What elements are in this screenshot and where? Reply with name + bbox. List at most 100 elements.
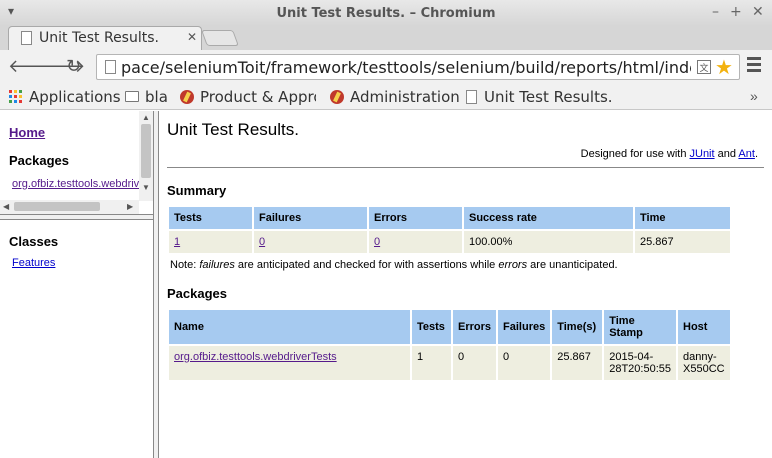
tests-count-link[interactable]: 1 xyxy=(174,236,180,248)
summary-col-time: Time xyxy=(635,207,730,229)
vertical-scrollbar[interactable]: ▲ ▼ xyxy=(139,111,153,201)
folder-icon xyxy=(125,91,139,102)
table-header-row: Tests Failures Errors Success rate Time xyxy=(169,207,730,229)
apps-grid-dot xyxy=(9,100,12,103)
note-suffix: are unanticipated. xyxy=(527,259,618,271)
apps-grid-dot xyxy=(14,90,17,93)
package-name-link[interactable]: org.ofbiz.testtools.webdriverTests xyxy=(174,351,337,363)
tab-title: Unit Test Results. xyxy=(39,30,159,46)
table-header-row: Name Tests Errors Failures Time(s) Time … xyxy=(169,310,730,344)
packages-section-heading: Packages xyxy=(167,286,227,301)
maximize-icon[interactable]: + xyxy=(730,4,742,20)
summary-errors-cell: 0 xyxy=(369,231,462,253)
pkg-host: danny- X550CC xyxy=(678,346,730,380)
chrome-menu-icon[interactable] xyxy=(747,57,761,75)
scroll-right-icon[interactable]: ▶ xyxy=(127,202,133,211)
apps-grid-dot xyxy=(9,90,12,93)
pkg-name-cell: org.ofbiz.testtools.webdriverTests xyxy=(169,346,410,380)
period-text: . xyxy=(754,148,758,160)
designed-prefix: Designed for use with xyxy=(580,148,690,160)
home-link[interactable]: Home xyxy=(9,125,45,140)
assertions-note: Note: failures are anticipated and check… xyxy=(170,259,618,271)
page-icon xyxy=(466,90,477,104)
minimize-icon[interactable]: – xyxy=(712,4,719,20)
classes-heading: Classes xyxy=(9,234,59,249)
summary-table: Tests Failures Errors Success rate Time … xyxy=(167,205,732,255)
junit-link[interactable]: JUnit xyxy=(690,148,715,160)
bookmarks-overflow-icon[interactable]: » xyxy=(750,88,758,104)
selenium-icon xyxy=(180,90,194,104)
tab-close-icon[interactable]: ✕ xyxy=(187,30,197,44)
note-failures: failures xyxy=(199,259,235,271)
note-prefix: Note: xyxy=(170,259,200,271)
scroll-down-icon[interactable]: ▼ xyxy=(142,183,150,192)
page-icon xyxy=(105,60,116,74)
summary-col-success-rate: Success rate xyxy=(464,207,633,229)
pkg-col-name: Name xyxy=(169,310,410,344)
table-row: org.ofbiz.testtools.webdriverTests 1 0 0… xyxy=(169,346,730,380)
summary-failures-cell: 0 xyxy=(254,231,367,253)
scroll-up-icon[interactable]: ▲ xyxy=(142,113,150,122)
host-line2: X550CC xyxy=(683,363,725,375)
bookmark-administration[interactable]: Administration xyxy=(350,88,460,106)
selenium-icon xyxy=(330,90,344,104)
summary-success-rate: 100.00% xyxy=(464,231,633,253)
pkg-col-timestamp: Time Stamp xyxy=(604,310,676,344)
horizontal-scrollbar[interactable]: ◀ ▶ xyxy=(0,200,139,214)
apps-grid-dot xyxy=(9,95,12,98)
pkg-col-failures: Failures xyxy=(498,310,551,344)
reload-icon[interactable]: ↻ xyxy=(66,56,81,77)
summary-time: 25.867 xyxy=(635,231,730,253)
timestamp-line2: 28T20:50:55 xyxy=(609,363,671,375)
scroll-thumb[interactable] xyxy=(14,202,100,211)
pkg-time: 25.867 xyxy=(552,346,603,380)
pkg-errors: 0 xyxy=(453,346,497,380)
classes-frame: Classes Features xyxy=(0,220,153,458)
packages-table: Name Tests Errors Failures Time(s) Time … xyxy=(167,308,732,382)
scroll-thumb[interactable] xyxy=(141,124,151,178)
apps-grid-dot xyxy=(14,100,17,103)
divider xyxy=(167,167,764,168)
pkg-failures: 0 xyxy=(498,346,551,380)
apps-grid-dot xyxy=(19,90,22,93)
bookmarks-bar: Applications bla Product & Appro Adminis… xyxy=(0,84,772,110)
table-row: 1 0 0 100.00% 25.867 xyxy=(169,231,730,253)
errors-count-link[interactable]: 0 xyxy=(374,236,380,248)
pkg-tests: 1 xyxy=(412,346,451,380)
bookmark-applications[interactable]: Applications xyxy=(29,88,121,106)
pkg-col-errors: Errors xyxy=(453,310,497,344)
package-link[interactable]: org.ofbiz.testtools.webdriverTests xyxy=(12,178,153,190)
translate-icon[interactable]: 文 xyxy=(697,60,711,74)
main-frame: Unit Test Results. Designed for use with… xyxy=(159,111,772,458)
summary-tests-cell: 1 xyxy=(169,231,252,253)
designed-for-note: Designed for use with JUnit and Ant. xyxy=(581,148,758,160)
apps-grid-dot xyxy=(14,95,17,98)
new-tab-button[interactable] xyxy=(201,30,239,46)
failures-count-link[interactable]: 0 xyxy=(259,236,265,248)
bookmark-product-approval[interactable]: Product & Appro xyxy=(200,88,316,106)
note-errors: errors xyxy=(498,259,528,271)
timestamp-line1: 2015-04- xyxy=(609,351,654,363)
bookmark-unit-test-results[interactable]: Unit Test Results. xyxy=(484,88,613,106)
url-text[interactable]: pace/seleniumToit/framework/testtools/se… xyxy=(121,58,691,77)
summary-col-failures: Failures xyxy=(254,207,367,229)
ant-link[interactable]: Ant xyxy=(738,148,755,160)
pkg-col-time: Time(s) xyxy=(552,310,603,344)
class-link-features[interactable]: Features xyxy=(12,257,55,269)
page-title: Unit Test Results. xyxy=(167,120,299,139)
apps-grid-icon xyxy=(9,90,22,103)
tab-unit-test-results[interactable]: Unit Test Results. ✕ xyxy=(8,26,202,50)
pkg-timestamp: 2015-04- 28T20:50:55 xyxy=(604,346,676,380)
packages-frame: Home Packages org.ofbiz.testtools.webdri… xyxy=(0,111,153,215)
summary-col-tests: Tests xyxy=(169,207,252,229)
close-icon[interactable]: ✕ xyxy=(752,4,764,20)
scroll-left-icon[interactable]: ◀ xyxy=(3,202,9,211)
window-titlebar: ▾ Unit Test Results. – Chromium – + ✕ xyxy=(0,0,772,26)
bookmark-bla[interactable]: bla xyxy=(145,88,168,106)
window-title: Unit Test Results. – Chromium xyxy=(276,6,496,21)
browser-toolbar: 🡐 🡒 ↻ pace/seleniumToit/framework/testto… xyxy=(0,50,772,84)
address-bar[interactable]: pace/seleniumToit/framework/testtools/se… xyxy=(96,54,740,80)
page-icon xyxy=(21,31,32,45)
bookmark-star-icon[interactable]: ★ xyxy=(715,55,733,79)
and-text: and xyxy=(714,148,739,160)
